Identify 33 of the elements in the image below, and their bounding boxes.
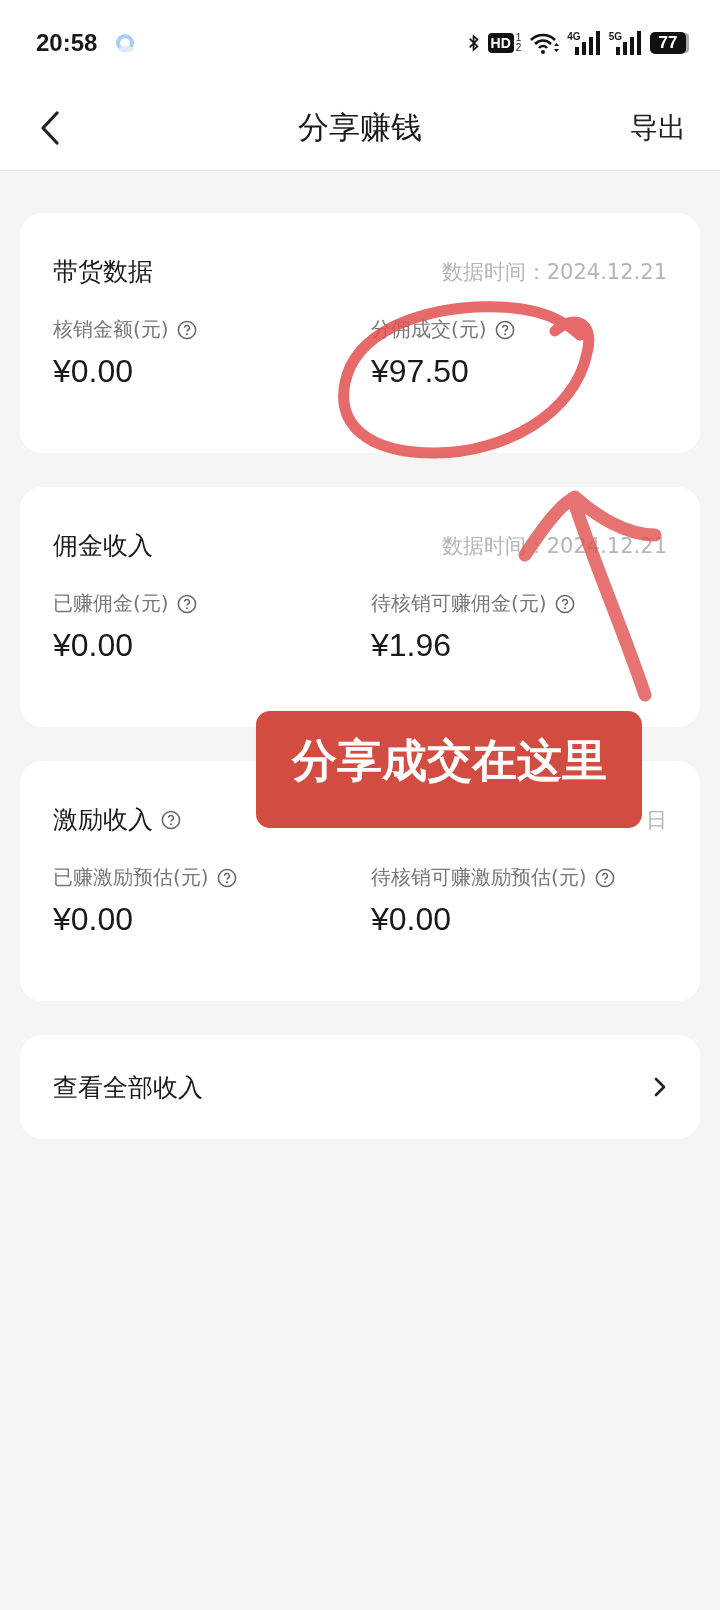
card-title: 激励收入 bbox=[53, 804, 153, 836]
clock-time: 20:58 bbox=[36, 29, 98, 57]
metric-label: 核销金额(元) bbox=[53, 316, 169, 343]
sim-number: 1 bbox=[515, 33, 522, 43]
page-title: 分享赚钱 bbox=[297, 108, 423, 147]
network-type: 5G bbox=[608, 31, 622, 42]
card-title: 带货数据 bbox=[53, 256, 153, 288]
metric-value: ¥0.00 bbox=[53, 353, 135, 390]
metric-value: ¥0.00 bbox=[53, 627, 135, 664]
card-title: 佣金收入 bbox=[53, 530, 153, 562]
data-timestamp: 日 bbox=[646, 806, 667, 834]
back-button[interactable] bbox=[40, 111, 60, 145]
metric-label: 待核销可赚佣金(元) bbox=[371, 590, 547, 617]
hd-badge: HD bbox=[487, 33, 514, 53]
data-timestamp: 数据时间：2024.12.21 bbox=[441, 258, 667, 286]
metric-label: 待核销可赚激励预估(元) bbox=[371, 864, 587, 891]
metric-value: ¥0.00 bbox=[53, 901, 135, 938]
metric-value: ¥1.96 bbox=[371, 627, 453, 664]
export-button[interactable]: 导出 bbox=[630, 109, 686, 147]
metric-label: 已赚激励预估(元) bbox=[53, 864, 209, 891]
bluetooth-icon bbox=[467, 32, 480, 54]
network-type: 4G bbox=[567, 31, 581, 42]
wifi-icon bbox=[529, 31, 560, 55]
back-icon bbox=[40, 111, 60, 145]
metric-value: ¥97.50 bbox=[371, 353, 470, 390]
sim-number: 2 bbox=[515, 43, 522, 53]
annotation-label: 分享成交在这里 bbox=[256, 711, 642, 828]
link-label: 查看全部收入 bbox=[53, 1071, 203, 1104]
battery-level: 77 bbox=[658, 33, 678, 53]
chevron-right-icon bbox=[654, 1077, 666, 1097]
all-income-link[interactable]: 查看全部收入 bbox=[20, 1035, 700, 1139]
metric-label: 已赚佣金(元) bbox=[53, 590, 169, 617]
metric-value: ¥0.00 bbox=[371, 901, 453, 938]
